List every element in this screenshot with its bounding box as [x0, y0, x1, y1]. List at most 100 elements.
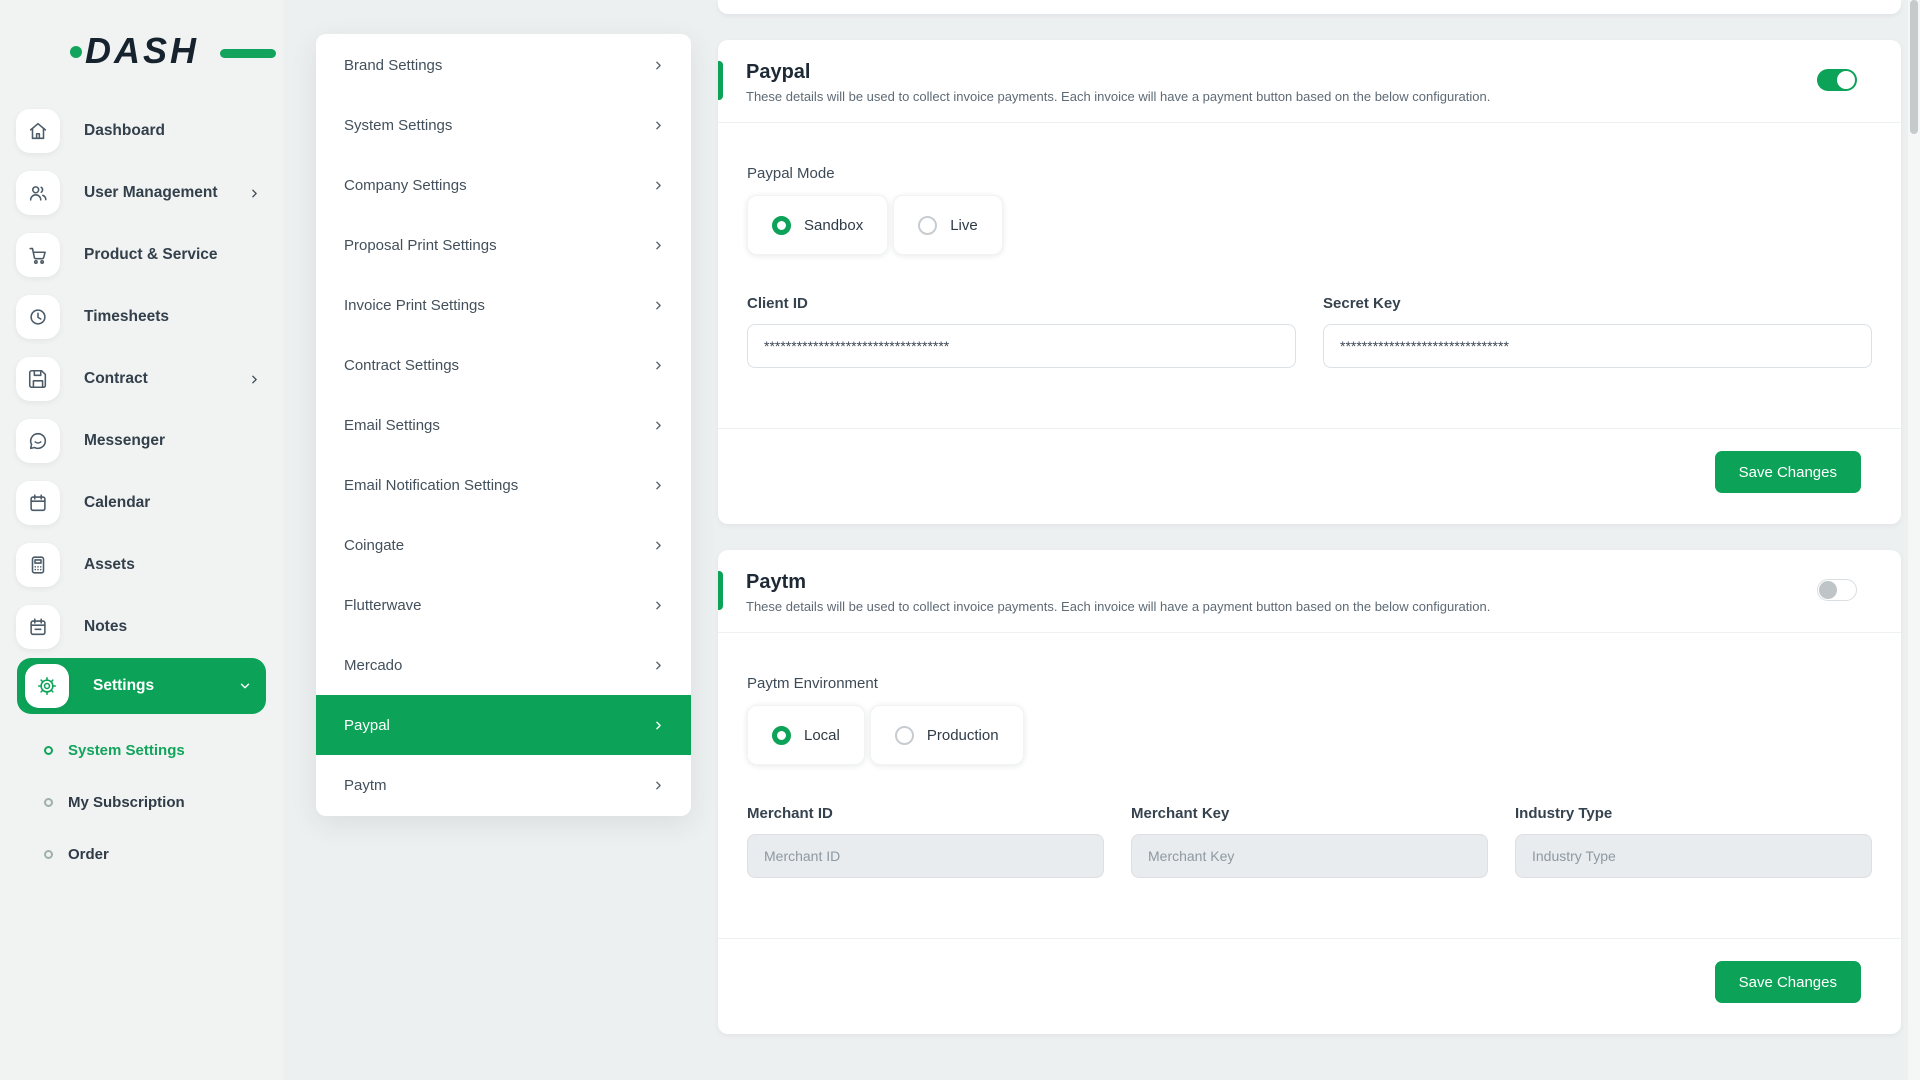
paytm-fields: Merchant ID Merchant Key Industry Type [747, 805, 1872, 878]
paypal-mode-label: Paypal Mode [747, 165, 1872, 182]
chevron-right-icon [652, 359, 665, 372]
bullet-icon [44, 798, 53, 807]
merchant-key-field[interactable] [1131, 834, 1488, 878]
floppy-icon [16, 357, 60, 401]
sidebar-subitem-system-settings[interactable]: System Settings [0, 724, 283, 776]
paytm-card-footer: Save Changes [718, 938, 1901, 1034]
paytm-enabled-toggle[interactable] [1817, 579, 1857, 601]
sidebar-item-label: Notes [84, 618, 261, 636]
menu-item-company-settings[interactable]: Company Settings [316, 155, 691, 215]
bullet-icon [44, 746, 53, 755]
notes-icon [16, 605, 60, 649]
toggle-knob [1819, 581, 1837, 599]
menu-item-flutterwave[interactable]: Flutterwave [316, 575, 691, 635]
sidebar-item-contract[interactable]: Contract [0, 348, 283, 410]
merchant-id-field[interactable] [747, 834, 1104, 878]
sub-item-label: My Subscription [68, 794, 185, 811]
paypal-card-footer: Save Changes [718, 428, 1901, 524]
radio-option-production[interactable]: Production [870, 705, 1024, 765]
sub-item-label: System Settings [68, 742, 185, 759]
sidebar-item-dashboard[interactable]: Dashboard [0, 100, 283, 162]
radio-option-local[interactable]: Local [747, 705, 865, 765]
menu-item-mercado[interactable]: Mercado [316, 635, 691, 695]
settings-sub-nav: System Settings My Subscription Order [0, 724, 283, 880]
radio-option-sandbox[interactable]: Sandbox [747, 195, 888, 255]
paypal-enabled-toggle[interactable] [1817, 69, 1857, 91]
accent-bar [718, 571, 723, 610]
paytm-title: Paytm [746, 571, 1857, 594]
sidebar-item-label: Timesheets [84, 308, 261, 326]
chevron-right-icon [652, 479, 665, 492]
merchant-id-group: Merchant ID [747, 805, 1104, 878]
sidebar-item-product-service[interactable]: Product & Service [0, 224, 283, 286]
radio-option-label: Local [804, 727, 840, 744]
secret-key-field[interactable] [1323, 324, 1872, 368]
chevron-right-icon [652, 779, 665, 792]
sidebar-item-messenger[interactable]: Messenger [0, 410, 283, 472]
sidebar-item-settings[interactable]: Settings [17, 658, 266, 714]
sidebar-subitem-my-subscription[interactable]: My Subscription [0, 776, 283, 828]
radio-option-label: Production [927, 727, 999, 744]
menu-item-label: Company Settings [344, 177, 467, 194]
menu-item-label: Paytm [344, 777, 387, 794]
paytm-environment-label: Paytm Environment [747, 675, 1872, 692]
menu-item-paytm[interactable]: Paytm [316, 755, 691, 815]
chevron-right-icon [652, 59, 665, 72]
industry-type-field[interactable] [1515, 834, 1872, 878]
menu-item-label: Contract Settings [344, 357, 459, 374]
accent-bar [718, 61, 723, 100]
paytm-card-header: Paytm These details will be used to coll… [718, 550, 1901, 633]
menu-item-email-notification-settings[interactable]: Email Notification Settings [316, 455, 691, 515]
sidebar-item-assets[interactable]: Assets [0, 534, 283, 596]
menu-item-label: Invoice Print Settings [344, 297, 485, 314]
radio-unselected-icon [918, 216, 937, 235]
chevron-down-icon [238, 679, 252, 693]
industry-type-label: Industry Type [1515, 805, 1872, 822]
sidebar-item-timesheets[interactable]: Timesheets [0, 286, 283, 348]
radio-option-live[interactable]: Live [893, 195, 1003, 255]
merchant-key-group: Merchant Key [1131, 805, 1488, 878]
sidebar-subitem-order[interactable]: Order [0, 828, 283, 880]
app-logo: DASH [70, 28, 283, 74]
merchant-key-label: Merchant Key [1131, 805, 1488, 822]
sidebar-item-calendar[interactable]: Calendar [0, 472, 283, 534]
paytm-card-body: Paytm Environment Local Production Merch… [718, 633, 1901, 938]
menu-item-invoice-print-settings[interactable]: Invoice Print Settings [316, 275, 691, 335]
menu-item-contract-settings[interactable]: Contract Settings [316, 335, 691, 395]
paypal-save-button[interactable]: Save Changes [1715, 451, 1861, 493]
menu-item-brand-settings[interactable]: Brand Settings [316, 35, 691, 95]
menu-item-paypal[interactable]: Paypal [316, 695, 691, 755]
menu-item-email-settings[interactable]: Email Settings [316, 395, 691, 455]
sidebar-item-label: Dashboard [84, 122, 261, 140]
menu-item-label: System Settings [344, 117, 452, 134]
sidebar-item-label: Assets [84, 556, 261, 574]
menu-item-label: Flutterwave [344, 597, 422, 614]
sidebar-item-label: Calendar [84, 494, 261, 512]
menu-item-label: Email Settings [344, 417, 440, 434]
page-scrollbar[interactable] [1908, 0, 1920, 1080]
menu-item-coingate[interactable]: Coingate [316, 515, 691, 575]
scrollbar-thumb[interactable] [1910, 0, 1918, 134]
paytm-save-button[interactable]: Save Changes [1715, 961, 1861, 1003]
client-id-field[interactable] [747, 324, 1296, 368]
menu-item-proposal-print-settings[interactable]: Proposal Print Settings [316, 215, 691, 275]
secret-key-label: Secret Key [1323, 295, 1872, 312]
menu-item-label: Brand Settings [344, 57, 442, 74]
sidebar-item-notes[interactable]: Notes [0, 596, 283, 658]
chevron-right-icon [248, 373, 261, 386]
chevron-right-icon [652, 119, 665, 132]
secret-key-group: Secret Key [1323, 295, 1872, 368]
sidebar-item-label: Messenger [84, 432, 261, 450]
chevron-right-icon [652, 599, 665, 612]
sidebar-item-label: Product & Service [84, 246, 261, 264]
radio-option-label: Live [950, 217, 978, 234]
sidebar-item-user-management[interactable]: User Management [0, 162, 283, 224]
menu-item-label: Coingate [344, 537, 404, 554]
menu-item-system-settings[interactable]: System Settings [316, 95, 691, 155]
cart-icon [16, 233, 60, 277]
sub-item-label: Order [68, 846, 109, 863]
menu-item-label: Email Notification Settings [344, 477, 518, 494]
radio-selected-icon [772, 726, 791, 745]
paypal-description: These details will be used to collect in… [746, 89, 1857, 104]
menu-item-label: Paypal [344, 717, 390, 734]
